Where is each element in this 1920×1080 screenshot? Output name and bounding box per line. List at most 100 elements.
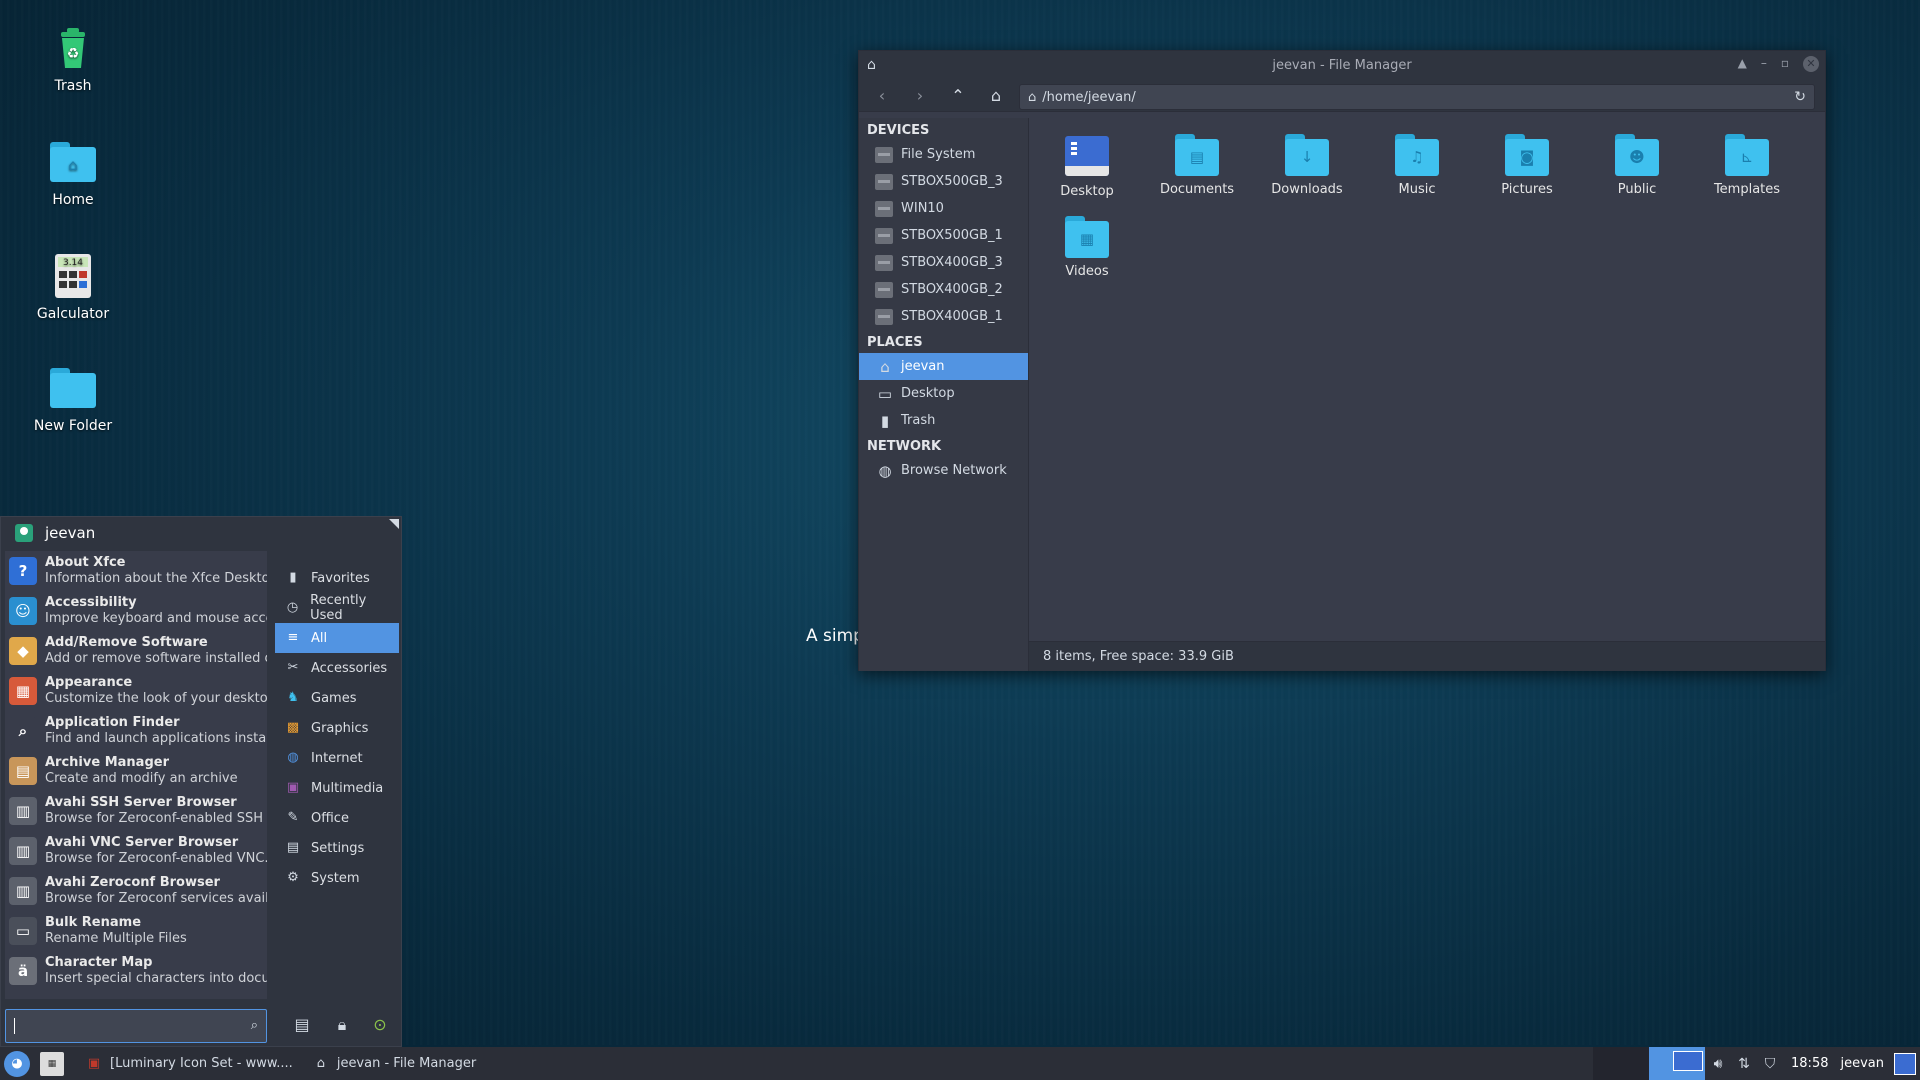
file-item-music[interactable]: ♫ Music xyxy=(1369,126,1465,197)
app-item[interactable]: ▤ Archive Manager Create and modify an arc… xyxy=(5,751,267,791)
resize-handle[interactable] xyxy=(389,519,399,529)
app-icon: ☺ xyxy=(9,597,37,625)
back-icon[interactable]: ‹ xyxy=(873,86,891,105)
app-item[interactable]: ▭ Bulk Rename Rename Multiple Files xyxy=(5,911,267,951)
app-item[interactable]: ? About Xfce Information about the Xfce De… xyxy=(5,551,267,591)
desktop-icon-galculator[interactable]: 3.14 Galculator xyxy=(18,250,128,322)
sidebar-item-label: Trash xyxy=(901,413,936,428)
window-title: jeevan - File Manager xyxy=(1272,57,1412,73)
sidebar-item-device[interactable]: STBOX400GB_3 xyxy=(859,249,1028,276)
sidebar-item-device[interactable]: WIN10 xyxy=(859,195,1028,222)
menu-username: jeevan xyxy=(45,524,96,542)
file-item-public[interactable]: ☻ Public xyxy=(1589,126,1685,197)
file-label: Desktop xyxy=(1060,184,1114,199)
lock-icon[interactable]: 🔒︎ xyxy=(327,1009,357,1041)
path-home-icon: ⌂ xyxy=(1028,89,1037,105)
sidebar-item-device[interactable]: STBOX500GB_1 xyxy=(859,222,1028,249)
window-titlebar[interactable]: ⌂ jeevan - File Manager ▲ – ▫ ✕ xyxy=(859,51,1825,79)
file-item-desktop[interactable]: Desktop xyxy=(1039,126,1135,199)
desktop-icon-trash[interactable]: ♻ Trash xyxy=(18,22,128,94)
minimize-icon[interactable]: – xyxy=(1761,56,1767,72)
sidebar-item-device[interactable]: STBOX500GB_3 xyxy=(859,168,1028,195)
sidebar-item-device[interactable]: STBOX400GB_1 xyxy=(859,303,1028,330)
folder-icon xyxy=(50,368,96,408)
category-office[interactable]: ✎ Office xyxy=(275,803,399,833)
task-browser[interactable]: ▣ [Luminary Icon Set - www.... xyxy=(76,1047,303,1080)
app-item[interactable]: ◆ Add/Remove Software Add or remove softwa… xyxy=(5,631,267,671)
sidebar-item-file-system[interactable]: File System xyxy=(859,141,1028,168)
category-multimedia[interactable]: ▣ Multimedia xyxy=(275,773,399,803)
workspace-1[interactable] xyxy=(1593,1047,1650,1080)
file-item-videos[interactable]: ▦ Videos xyxy=(1039,208,1135,279)
location-bar[interactable]: ⌂ /home/jeevan/ ↻ xyxy=(1019,84,1815,110)
app-text: Bulk Rename Rename Multiple Files xyxy=(45,915,187,947)
menu-user[interactable]: jeevan xyxy=(1,517,401,549)
file-item-documents[interactable]: ▤ Documents xyxy=(1149,126,1245,197)
up-icon[interactable]: ⌃ xyxy=(949,86,967,105)
category-settings[interactable]: ▤ Settings xyxy=(275,833,399,863)
settings-manager-icon[interactable]: ▤ xyxy=(287,1009,317,1041)
category-recently-used[interactable]: ◷ Recently Used xyxy=(275,593,399,623)
task-file-manager[interactable]: ⌂ jeevan - File Manager xyxy=(303,1047,486,1080)
file-item-pictures[interactable]: ◙ Pictures xyxy=(1479,126,1575,197)
public-folder-icon: ☻ xyxy=(1615,134,1659,176)
file-item-templates[interactable]: ⊾ Templates xyxy=(1699,126,1795,197)
app-item[interactable]: ▥ Avahi VNC Server Browser Browse for Zero… xyxy=(5,831,267,871)
sidebar-item-desktop[interactable]: ▭ Desktop xyxy=(859,380,1028,407)
category-all[interactable]: ≡ All xyxy=(275,623,399,653)
home-icon: ⌂ xyxy=(316,1055,325,1071)
category-graphics[interactable]: ▩ Graphics xyxy=(275,713,399,743)
app-icon: ◆ xyxy=(9,637,37,665)
network-icon[interactable]: ⇅ xyxy=(1731,1056,1757,1072)
app-icon: ▥ xyxy=(9,877,37,905)
volume-icon[interactable]: 🔊︎ xyxy=(1705,1056,1731,1072)
app-item[interactable]: ä Character Map Insert special characters … xyxy=(5,951,267,991)
file-view[interactable]: Desktop ▤ Documents ↓ Downloads ♫ Music … xyxy=(1029,118,1825,641)
sidebar-item-trash[interactable]: ▮ Trash xyxy=(859,407,1028,434)
sidebar-item-browse-network[interactable]: ◍ Browse Network xyxy=(859,457,1028,484)
logout-icon[interactable]: ⊙ xyxy=(365,1009,395,1041)
app-item[interactable]: ▥ Avahi SSH Server Browser Browse for Zero… xyxy=(5,791,267,831)
tray-username[interactable]: jeevan xyxy=(1836,1056,1894,1071)
svg-text:3.14: 3.14 xyxy=(63,258,83,268)
category-accessories[interactable]: ✂ Accessories xyxy=(275,653,399,683)
home-button-icon[interactable]: ⌂ xyxy=(987,86,1005,105)
category-games[interactable]: ♞ Games xyxy=(275,683,399,713)
show-desktop-icon[interactable] xyxy=(1894,1052,1916,1075)
bookmark-icon: ▮ xyxy=(289,570,297,585)
file-label: Public xyxy=(1617,182,1657,197)
app-name: Accessibility xyxy=(45,595,137,610)
internet-icon: ◍ xyxy=(287,750,299,765)
music-folder-icon: ♫ xyxy=(1395,134,1439,176)
category-internet[interactable]: ◍ Internet xyxy=(275,743,399,773)
app-item[interactable]: ▥ Avahi Zeroconf Browser Browse for Zeroco… xyxy=(5,871,267,911)
desktop-icon-home[interactable]: ⌂ Home xyxy=(18,136,128,208)
app-name: Avahi Zeroconf Browser xyxy=(45,875,220,890)
app-item[interactable]: ▦ Appearance Customize the look of your de… xyxy=(5,671,267,711)
search-input[interactable]: ⌕ xyxy=(5,1009,267,1043)
app-item[interactable]: ☺ Accessibility Improve keyboard and mouse… xyxy=(5,591,267,631)
calculator-launcher-icon[interactable]: ▦ xyxy=(40,1051,64,1076)
category-label: Accessories xyxy=(311,660,388,676)
shade-icon[interactable]: ▲ xyxy=(1738,56,1747,72)
app-icon: ▤ xyxy=(9,757,37,785)
category-favorites[interactable]: ▮ Favorites xyxy=(275,563,399,593)
reload-icon[interactable]: ↻ xyxy=(1794,89,1806,105)
category-label: Favorites xyxy=(311,570,370,586)
app-text: Character Map Insert special characters i… xyxy=(45,955,267,987)
sidebar-item-device[interactable]: STBOX400GB_2 xyxy=(859,276,1028,303)
workspace-2[interactable] xyxy=(1649,1047,1706,1080)
maximize-icon[interactable]: ▫ xyxy=(1781,56,1789,72)
close-icon[interactable]: ✕ xyxy=(1803,56,1819,72)
desktop-icon-new-folder[interactable]: New Folder xyxy=(18,362,128,434)
sidebar-item-jeevan[interactable]: ⌂ jeevan xyxy=(859,353,1028,380)
shield-icon[interactable]: ⛉ xyxy=(1757,1056,1783,1072)
app-list[interactable]: ? About Xfce Information about the Xfce De… xyxy=(5,551,267,999)
clock[interactable]: 18:58 xyxy=(1783,1056,1836,1071)
category-system[interactable]: ⚙ System xyxy=(275,863,399,893)
file-item-downloads[interactable]: ↓ Downloads xyxy=(1259,126,1355,197)
forward-icon[interactable]: › xyxy=(911,86,929,105)
app-item[interactable]: ⌕ Application Finder Find and launch appli… xyxy=(5,711,267,751)
drive-icon xyxy=(875,200,893,217)
whisker-menu-button[interactable]: ◕ xyxy=(4,1050,30,1077)
